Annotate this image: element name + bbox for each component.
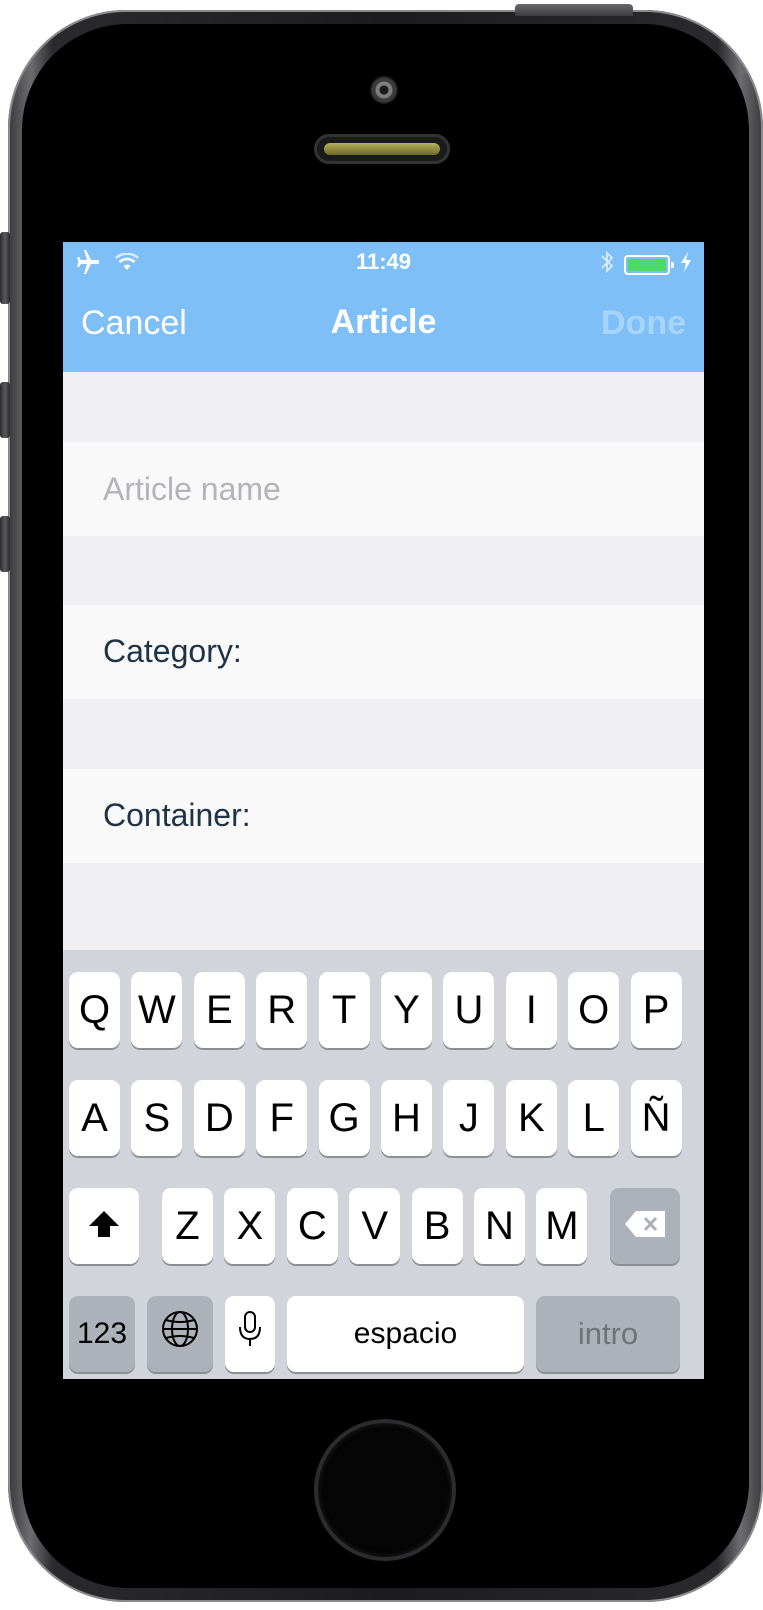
space-key[interactable]: espacio: [287, 1296, 524, 1372]
backspace-key[interactable]: [610, 1188, 680, 1264]
key-p[interactable]: P: [630, 972, 682, 1048]
home-button[interactable]: [318, 1423, 452, 1557]
battery-icon: [624, 254, 674, 275]
key-i[interactable]: I: [505, 972, 557, 1048]
volume-down-button: [0, 516, 10, 572]
container-label: Container:: [103, 797, 251, 833]
key-k[interactable]: K: [505, 1080, 557, 1156]
backspace-icon: [623, 1204, 667, 1249]
key-u[interactable]: U: [443, 972, 495, 1048]
key-g[interactable]: G: [318, 1080, 370, 1156]
key-d[interactable]: D: [193, 1080, 245, 1156]
key-o[interactable]: O: [568, 972, 620, 1048]
bluetooth-icon: [600, 250, 614, 279]
shift-icon: [87, 1204, 121, 1249]
key-z[interactable]: Z: [162, 1188, 213, 1264]
app-screen: 11:49 Cancel Article Done Category: Cont…: [63, 242, 704, 1379]
key-t[interactable]: T: [318, 972, 370, 1048]
dictation-key[interactable]: [225, 1296, 275, 1372]
key-y[interactable]: Y: [381, 972, 432, 1048]
keyboard: Q W E R T Y U I O P A S D F G H J K L Ñ Z X C V B N M 123 espacio int…: [63, 950, 704, 1379]
key-e[interactable]: E: [193, 972, 245, 1048]
key-s[interactable]: S: [131, 1080, 183, 1156]
charging-bolt-icon: [680, 252, 692, 277]
key-a[interactable]: A: [69, 1080, 120, 1156]
microphone-icon: [237, 1309, 263, 1359]
key-j[interactable]: J: [443, 1080, 495, 1156]
status-bar: 11:49: [63, 242, 704, 286]
key-n[interactable]: N: [474, 1188, 525, 1264]
category-row[interactable]: Category:: [63, 605, 704, 699]
key-f[interactable]: F: [256, 1080, 308, 1156]
key-x[interactable]: X: [224, 1188, 276, 1264]
done-button[interactable]: Done: [601, 304, 686, 343]
numbers-key[interactable]: 123: [69, 1296, 135, 1372]
earpiece-speaker: [314, 134, 450, 164]
key-m[interactable]: M: [536, 1188, 588, 1264]
return-key[interactable]: intro: [536, 1296, 680, 1372]
key-h[interactable]: H: [381, 1080, 432, 1156]
key-l[interactable]: L: [568, 1080, 620, 1156]
key-n-tilde[interactable]: Ñ: [630, 1080, 682, 1156]
key-w[interactable]: W: [131, 972, 183, 1048]
globe-icon: [160, 1309, 200, 1359]
key-c[interactable]: C: [286, 1188, 338, 1264]
key-r[interactable]: R: [256, 972, 308, 1048]
volume-up-button: [0, 382, 10, 438]
globe-key[interactable]: [147, 1296, 213, 1372]
shift-key[interactable]: [69, 1188, 139, 1264]
front-camera: [370, 76, 398, 104]
article-name-input[interactable]: [103, 442, 683, 536]
key-q[interactable]: Q: [69, 972, 120, 1048]
article-name-row: [63, 442, 704, 536]
key-b[interactable]: B: [411, 1188, 463, 1264]
power-button: [515, 4, 633, 16]
container-row[interactable]: Container:: [63, 769, 704, 863]
category-label: Category:: [103, 633, 242, 669]
battery-level: [628, 258, 666, 271]
key-v[interactable]: V: [349, 1188, 401, 1264]
mute-switch: [0, 232, 10, 304]
navigation-bar: 11:49 Cancel Article Done: [63, 242, 704, 372]
